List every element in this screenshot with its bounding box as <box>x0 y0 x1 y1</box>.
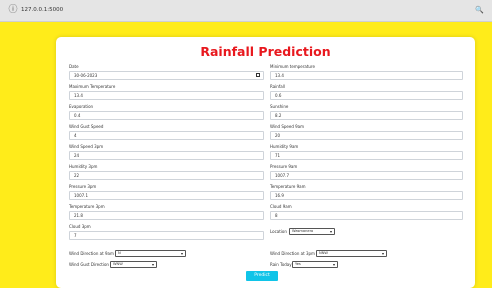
rain-today-label: Rain Today <box>270 262 292 267</box>
chevron-down-icon: ▾ <box>329 229 332 234</box>
url-text[interactable]: 127.0.0.1:5000 <box>21 4 63 16</box>
humidity-9am-label: Humidity 9am <box>270 144 299 149</box>
rain-today-value: Yes <box>295 262 301 266</box>
date-input[interactable]: 30-06-2023 <box>69 71 264 80</box>
info-icon[interactable]: ⓘ <box>8 5 18 15</box>
wind-speed-3pm-label: Wind Speed 3pm <box>69 144 104 149</box>
wind-gust-dir-value: WNW <box>113 262 123 266</box>
humidity-9am-input[interactable]: 71 <box>270 151 463 160</box>
page-title: Rainfall Prediction <box>200 44 331 59</box>
pressure-3pm-input[interactable]: 1007.1 <box>69 191 264 200</box>
wind-speed-3pm-input[interactable]: 24 <box>69 151 264 160</box>
wind-dir-3pm-select[interactable]: NNW ▾ <box>316 250 387 257</box>
chevron-down-icon: ▾ <box>332 262 335 267</box>
wind-gust-speed-label: Wind Gust Speed <box>69 124 104 129</box>
wind-gust-dir-select[interactable]: WNW ▾ <box>110 261 157 268</box>
pressure-9am-label: Pressure 9am <box>270 164 298 169</box>
wind-dir-3pm-value: NNW <box>319 251 328 255</box>
rainfall-label: Rainfall <box>270 84 285 89</box>
predict-button[interactable]: Predict <box>246 271 278 281</box>
calendar-icon[interactable] <box>256 73 260 77</box>
chevron-down-icon: ▾ <box>381 251 384 256</box>
min-temp-input[interactable]: 13.4 <box>270 71 463 80</box>
wind-dir-3pm-label: Wind Direction at 3pm <box>270 251 315 256</box>
temperature-3pm-input[interactable]: 21.8 <box>69 211 264 220</box>
wind-dir-9am-value: N <box>118 251 121 255</box>
evaporation-label: Evaporation <box>69 104 94 109</box>
chevron-down-icon: ▾ <box>151 262 154 267</box>
chevron-down-icon: ▾ <box>180 251 183 256</box>
pressure-3pm-label: Pressure 3pm <box>69 184 97 189</box>
max-temp-input[interactable]: 13.4 <box>69 91 264 100</box>
max-temp-label: Maximum Temperature <box>69 84 116 89</box>
rain-today-select[interactable]: Yes ▾ <box>292 261 338 268</box>
temperature-3pm-label: Temperature 3pm <box>69 204 105 209</box>
evaporation-input[interactable]: 0.4 <box>69 111 264 120</box>
temperature-9am-label: Temperature 9am <box>270 184 306 189</box>
wind-dir-9am-select[interactable]: N ▾ <box>115 250 186 257</box>
location-label: Location <box>270 229 287 234</box>
wind-speed-9am-input[interactable]: 20 <box>270 131 463 140</box>
rainfall-input[interactable]: 0.6 <box>270 91 463 100</box>
sunshine-input[interactable]: 8.2 <box>270 111 463 120</box>
browser-address-bar[interactable]: ⓘ 127.0.0.1:5000 🔍 <box>0 0 492 22</box>
wind-gust-dir-label: Wind Gust Direction <box>69 262 109 267</box>
location-select[interactable]: Wasmanero ▾ <box>289 228 335 235</box>
date-value: 30-06-2023 <box>74 73 98 78</box>
zoom-icon[interactable]: 🔍 <box>475 5 484 15</box>
cloud-9am-label: Cloud 9am <box>270 204 292 209</box>
sunshine-label: Sunshine <box>270 104 289 109</box>
wind-dir-9am-label: Wind Direction at 9am <box>69 251 114 256</box>
min-temp-label: Minimum temperature <box>270 64 315 69</box>
humidity-3pm-label: Humidity 3pm <box>69 164 98 169</box>
temperature-9am-input[interactable]: 16.9 <box>270 191 463 200</box>
wind-speed-9am-label: Wind Speed 9am <box>270 124 305 129</box>
humidity-3pm-input[interactable]: 22 <box>69 171 264 180</box>
cloud-3pm-input[interactable]: 7 <box>69 231 264 240</box>
date-label: Date <box>69 64 79 69</box>
location-value: Wasmanero <box>292 229 314 233</box>
pressure-9am-input[interactable]: 1007.7 <box>270 171 463 180</box>
cloud-9am-input[interactable]: 8 <box>270 211 463 220</box>
wind-gust-speed-input[interactable]: 4 <box>69 131 264 140</box>
cloud-3pm-label: Cloud 3pm <box>69 224 91 229</box>
